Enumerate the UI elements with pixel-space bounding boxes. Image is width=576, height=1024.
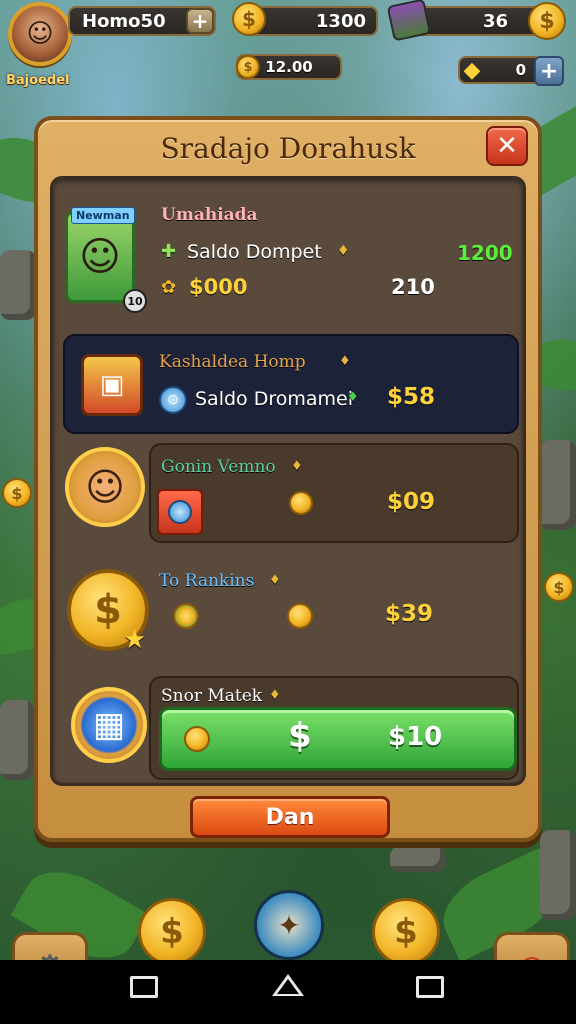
- row-title: To Rankins: [159, 571, 255, 591]
- blue-cube-medal-icon: ▦: [71, 687, 147, 763]
- recent-apps-icon[interactable]: [130, 976, 158, 998]
- star-icon: ◆: [463, 57, 481, 83]
- diamond-icon: ♦: [269, 688, 281, 703]
- rock-decoration: [0, 250, 36, 320]
- username-label: Bajoedel: [6, 73, 70, 88]
- gems-value: 36: [482, 10, 508, 32]
- star-icon: ★: [123, 625, 147, 655]
- token-icon: ⊙: [159, 386, 187, 414]
- dollar-icon: $: [288, 716, 312, 756]
- coin-icon: [289, 491, 313, 515]
- profile-section: ☺ Newman 10 Umahiada ✚ Saldo Dompet ♦ 12…: [53, 179, 523, 319]
- wallet-label: Saldo Dompet: [187, 241, 322, 263]
- rock-decoration: [540, 440, 576, 530]
- player-label: Homo50: [82, 10, 166, 32]
- row-gonin[interactable]: Gonin Vemno ♦ $09: [149, 443, 519, 543]
- plus-icon: ✚: [161, 241, 177, 262]
- count-value: 210: [391, 275, 435, 299]
- profile-badge: Newman: [71, 207, 135, 224]
- row-value: $09: [387, 489, 436, 515]
- dialog-content: ☺ Newman 10 Umahiada ✚ Saldo Dompet ♦ 12…: [50, 176, 526, 786]
- diamond-icon: ♦: [339, 354, 351, 369]
- buy-button[interactable]: $ $10: [159, 707, 517, 771]
- coin-icon: [287, 603, 313, 629]
- row-kashaldea[interactable]: ▣ Kashaldea Homp ♦ ⊙ Saldo Dromamei ♦ $5…: [63, 334, 519, 434]
- row-title: Snor Matek: [161, 686, 263, 706]
- close-button[interactable]: ✕: [486, 126, 528, 166]
- coin-decoration: $: [372, 898, 440, 966]
- compass-decoration: ✦: [254, 890, 324, 960]
- dialog-panel: Sradajo Dorahusk ✕ ☺ Newman 10 Umahiada …: [34, 116, 542, 842]
- level-value: 10: [127, 294, 143, 308]
- diamond-icon: ♦: [269, 573, 281, 588]
- stars-value: 0: [515, 61, 526, 79]
- profile-name: Umahiada: [161, 205, 258, 225]
- coin-icon: $: [232, 2, 266, 36]
- row-rankins[interactable]: To Rankins ♦ $39: [149, 559, 519, 659]
- dan-button[interactable]: Dan: [190, 796, 390, 838]
- back-icon[interactable]: [416, 976, 444, 998]
- coin-decoration: $: [544, 572, 574, 602]
- add-stars-button[interactable]: +: [534, 56, 564, 86]
- green-coin-icon: [173, 603, 199, 629]
- coins-icon: ✿: [161, 277, 177, 298]
- hero-medal-icon: ☺: [65, 447, 145, 527]
- green-diamond-icon: ♦: [347, 390, 359, 405]
- coin-amount: $000: [189, 275, 248, 299]
- coin-icon: [184, 726, 210, 752]
- row-title: Kashaldea Homp: [159, 352, 306, 372]
- sub-coins-value: 12.00: [265, 58, 313, 76]
- diamond-icon: ♦: [291, 459, 303, 474]
- coin-icon[interactable]: $: [528, 2, 566, 40]
- diamond-icon: ♦: [337, 243, 350, 259]
- rock-decoration: [0, 700, 34, 780]
- row-value: $58: [387, 384, 436, 410]
- system-nav-bar: [0, 960, 576, 1024]
- rock-decoration: [540, 830, 576, 920]
- dialog-title: Sradajo Dorahusk: [160, 132, 416, 165]
- rock-decoration: [390, 846, 446, 872]
- row-value: $39: [385, 601, 434, 627]
- home-icon[interactable]: [272, 974, 304, 996]
- add-player-button[interactable]: +: [186, 8, 214, 34]
- profile-portrait: ☺: [65, 211, 135, 303]
- wallet-value: 1200: [457, 241, 513, 265]
- button-value: $10: [388, 722, 443, 752]
- level-badge: 10: [123, 289, 147, 313]
- coin-icon: $: [236, 55, 260, 79]
- coin-decoration: $: [2, 478, 32, 508]
- player-avatar[interactable]: ☺: [8, 2, 72, 66]
- token-icon: [168, 500, 192, 524]
- row-title: Gonin Vemno: [161, 457, 276, 477]
- coins-value: 1300: [315, 10, 366, 32]
- row-subtitle: Saldo Dromamei: [195, 388, 353, 410]
- treasure-chest-icon: ▣: [81, 354, 143, 416]
- coin-decoration: $: [138, 898, 206, 966]
- red-tile-icon: [157, 489, 203, 535]
